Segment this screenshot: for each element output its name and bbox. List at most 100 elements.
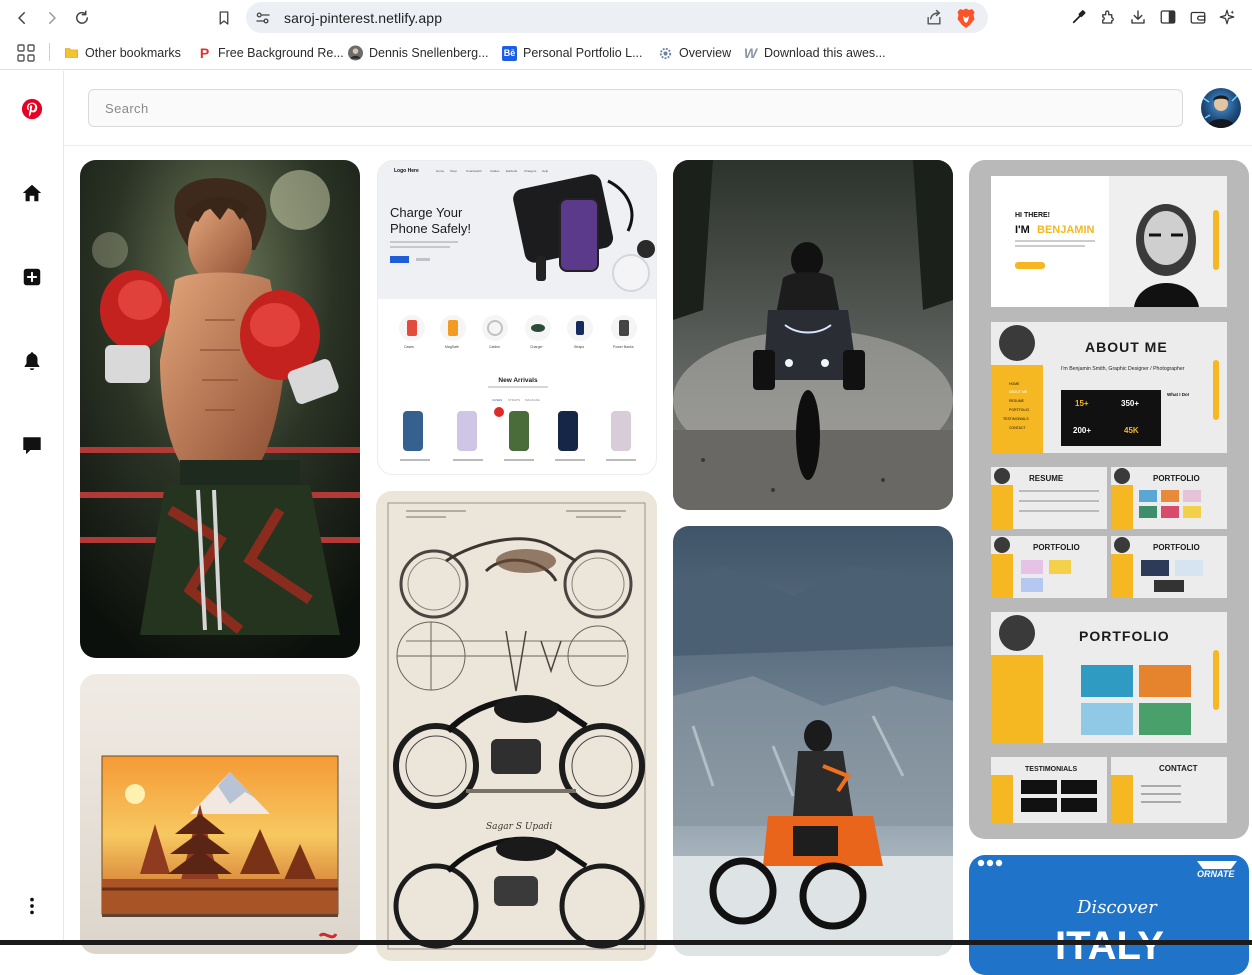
site-nav-earbuds: Earbuds (506, 169, 518, 173)
tab-cases: CASES (492, 398, 502, 402)
more-icon[interactable] (17, 891, 47, 921)
reload-icon[interactable] (70, 6, 94, 30)
category-cases: Cases (404, 345, 414, 349)
contact-title: CONTACT (1159, 764, 1198, 773)
search-bar[interactable] (88, 89, 1183, 127)
bookmark-download[interactable]: W Download this awes... (743, 44, 886, 62)
about-line: I'm Benjamin Smith, Graphic Designer / P… (1061, 366, 1185, 372)
bookmark-dennis[interactable]: Dennis Snellenberg... (348, 44, 489, 62)
temple-painting-image (80, 674, 360, 954)
site-nav-help: Help (542, 169, 549, 173)
bookmark-overview[interactable]: Overview (658, 44, 731, 62)
site-nav-chargers: Chargers (524, 169, 537, 173)
pin-nepal-painting[interactable] (80, 674, 360, 954)
italy-headline: Discover (1076, 897, 1158, 918)
stat-experience: 15+ (1075, 399, 1089, 408)
portfolio-intro: I'M (1015, 224, 1030, 236)
bookmark-label: Overview (679, 46, 732, 60)
apps-grid-icon[interactable] (17, 44, 35, 62)
stat-projects: 350+ (1121, 399, 1139, 408)
pin-anime-boxer[interactable] (80, 160, 360, 658)
messages-icon[interactable] (17, 430, 47, 460)
category-straps: Straps (574, 345, 584, 349)
app-sidebar (0, 71, 64, 945)
portfolio-title-large: PORTFOLIO (1079, 628, 1170, 644)
site-heading-line1: Charge Your (390, 205, 463, 220)
bookmark-label: Other bookmarks (85, 46, 181, 60)
w-logo-icon: W (743, 45, 758, 61)
motorcycle-blueprint-image: Sagar S Upadi (376, 491, 657, 961)
search-input[interactable] (89, 90, 1182, 126)
avatar[interactable] (1201, 88, 1241, 128)
back-icon[interactable] (10, 6, 34, 30)
url-text[interactable]: saroj-pinterest.netlify.app (284, 10, 442, 26)
bookmark-free-background[interactable]: P Free Background Re... (197, 44, 344, 62)
browser-toolbar: saroj-pinterest.netlify.app (0, 0, 1252, 36)
menu-home: HOME (1009, 382, 1020, 386)
folder-icon (64, 46, 79, 61)
pin-discover-italy[interactable]: ORNATE Discover ITALY (969, 855, 1249, 975)
bookmark-page-icon[interactable] (212, 6, 236, 30)
pin-phone-website[interactable]: Logo Here Home Shop Smartwatch Cables Ea… (377, 160, 657, 475)
site-nav-smartwatch: Smartwatch (466, 169, 482, 173)
p-logo-icon: P (199, 45, 210, 61)
ktm-rider-image (673, 526, 953, 956)
extensions-icon[interactable] (1097, 6, 1119, 28)
menu-portfolio: PORTFOLIO (1009, 408, 1029, 412)
italy-brand: ORNATE (1197, 869, 1235, 879)
italy-ad-image: ORNATE Discover ITALY (969, 855, 1249, 975)
testimonials-title: TESTIMONIALS (1025, 766, 1077, 773)
category-charger: Charger (530, 345, 543, 349)
sidebar-toggle-icon[interactable] (1157, 6, 1179, 28)
tab-magsafe: MAGSAFE (525, 398, 540, 402)
stat-followers: 45K (1124, 426, 1139, 435)
pin-motorcycle-sketch[interactable]: Sagar S Upadi (376, 491, 657, 961)
home-icon[interactable] (17, 178, 47, 208)
tab-straps: STRAPS (508, 398, 520, 402)
pin-portfolio-template[interactable]: HI THERE! I'M BENJAMIN ABOUT ME I'm Benj… (969, 160, 1249, 839)
italy-country: ITALY (1055, 924, 1164, 968)
portfolio-title-3: PORTFOLIO (1153, 543, 1200, 552)
downloads-icon[interactable] (1127, 6, 1149, 28)
bookmark-label: Dennis Snellenberg... (369, 46, 489, 60)
site-nav-home: Home (436, 169, 444, 173)
site-heading-line2: Phone Safely! (390, 221, 471, 236)
resume-title: RESUME (1029, 474, 1064, 483)
notifications-icon[interactable] (17, 346, 47, 376)
pin-ktm-quarry[interactable] (673, 526, 953, 956)
menu-resume: RESUME (1009, 399, 1025, 403)
portfolio-title-1: PORTFOLIO (1153, 474, 1200, 483)
share-icon[interactable] (924, 8, 944, 28)
phone-site-mockup: Logo Here Home Shop Smartwatch Cables Ea… (378, 161, 656, 461)
portfolio-greeting: HI THERE! (1015, 212, 1050, 219)
leo-ai-icon[interactable] (1216, 6, 1238, 28)
taskbar-edge (0, 940, 1252, 945)
pinterest-logo-icon[interactable] (17, 94, 47, 124)
menu-testimonials: TESTIMONIALS (1003, 417, 1029, 421)
forward-icon[interactable] (40, 6, 64, 30)
portfolio-name: BENJAMIN (1037, 224, 1095, 236)
brave-shields-icon[interactable] (956, 7, 976, 29)
bookmark-label: Personal Portfolio L... (523, 46, 643, 60)
pin-motorcycle-forest[interactable] (673, 160, 953, 510)
wallet-icon[interactable] (1187, 6, 1209, 28)
address-bar[interactable]: saroj-pinterest.netlify.app (246, 2, 988, 33)
what-i-do: What I Do! (1167, 392, 1190, 397)
eyedropper-icon[interactable] (1068, 6, 1090, 28)
about-title: ABOUT ME (1085, 339, 1168, 355)
bookmark-other[interactable]: Other bookmarks (64, 44, 181, 62)
bookmarks-divider (49, 43, 50, 61)
site-nav-cables: Cables (490, 169, 500, 173)
profile-photo-icon (348, 45, 363, 61)
portfolio-template-image: HI THERE! I'M BENJAMIN ABOUT ME I'm Benj… (969, 160, 1249, 839)
stat-clients: 200+ (1073, 426, 1091, 435)
gear-globe-icon (658, 46, 673, 61)
menu-about: ABOUT ME (1009, 390, 1028, 394)
portfolio-title-2: PORTFOLIO (1033, 543, 1080, 552)
site-settings-icon[interactable] (254, 9, 272, 27)
create-icon[interactable] (17, 262, 47, 292)
adventure-bike-image (673, 160, 953, 510)
bookmark-personal-portfolio[interactable]: Bē Personal Portfolio L... (502, 44, 643, 62)
category-magsafe: MagSafe (445, 345, 459, 349)
behance-icon: Bē (502, 45, 517, 61)
